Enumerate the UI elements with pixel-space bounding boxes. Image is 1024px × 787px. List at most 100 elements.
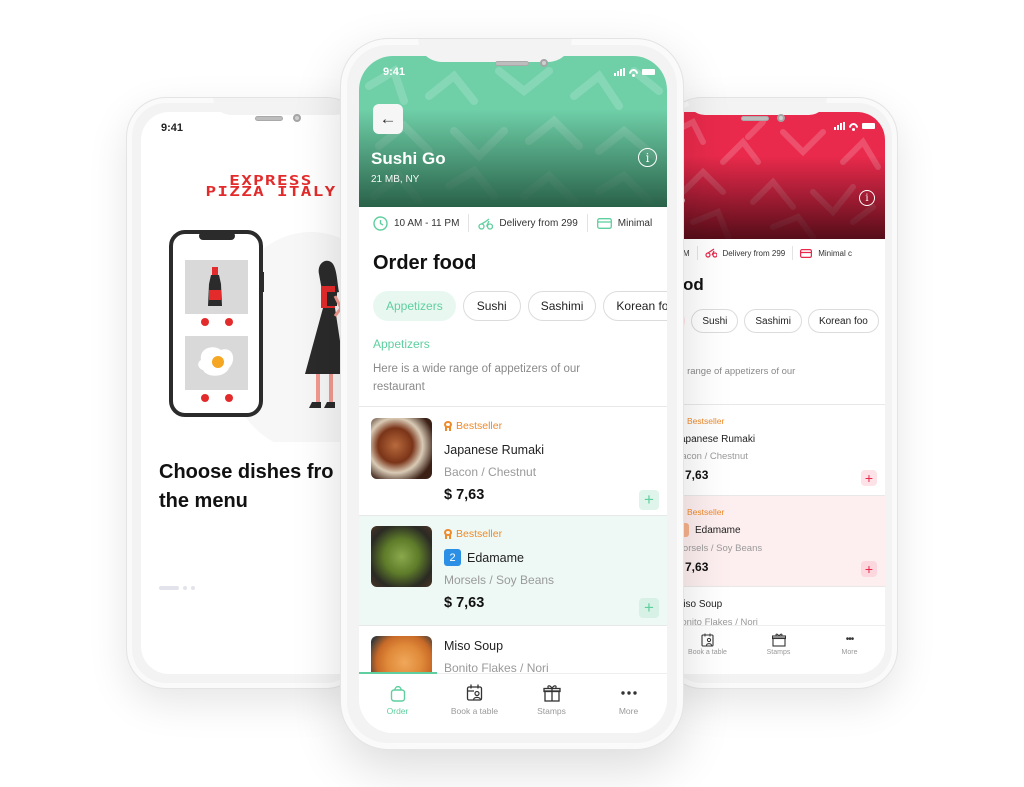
- item-name-text: Edamame: [467, 550, 524, 565]
- tab-more[interactable]: ••• More: [814, 633, 885, 674]
- add-to-cart-button[interactable]: +: [861, 561, 877, 577]
- phone-notch: [418, 39, 572, 62]
- wifi-icon: [849, 123, 858, 131]
- card-icon: [596, 217, 612, 229]
- tab-book-a-table[interactable]: Book a table: [436, 684, 513, 733]
- chip-sushi[interactable]: Sushi: [691, 309, 739, 333]
- item-description: Bacon / Chestnut: [444, 465, 537, 479]
- tab-order[interactable]: Order: [359, 684, 436, 733]
- add-to-cart-button[interactable]: +: [861, 470, 877, 486]
- item-name-text: Japanese Rumaki: [675, 434, 756, 445]
- phone-onboarding: 9:41 EXPRESS PIZZA ITALY Choose dishes f…: [126, 97, 366, 689]
- brand-line-2: PIZZA ITALY: [205, 185, 337, 200]
- restaurant-info-strip: 10 AM - 11 PM Delivery from 299 Minimal: [373, 213, 652, 233]
- item-image-rumaki: [371, 418, 432, 479]
- restaurant-screen-red: 9:41 Go i 11 PM Delivery from 299 Minima…: [663, 112, 885, 674]
- phone-restaurant-green: 9:41 ← Sushi Go 21 MB, NY i 10 AM - 11 P…: [340, 38, 684, 750]
- minimal-info: Minimal c: [800, 249, 852, 258]
- onboarding-title-line-2: the menu: [159, 490, 248, 512]
- speaker: [741, 116, 769, 121]
- scooter-icon: [704, 248, 717, 258]
- item-description: Morsels / Soy Beans: [675, 543, 763, 554]
- delivery-text: Delivery from 299: [722, 248, 786, 258]
- item-name-text: Japanese Rumaki: [444, 443, 545, 457]
- info-icon[interactable]: i: [638, 148, 657, 167]
- onboarding-title-line-1: Choose dishes fro: [159, 461, 334, 483]
- item-name: Japanese Rumaki: [675, 434, 755, 445]
- phone-notch: [687, 98, 827, 115]
- pagination-dot[interactable]: [191, 586, 195, 590]
- menu-item-selected[interactable]: Bestseller 2 Edamame Morsels / Soy Beans…: [663, 496, 885, 586]
- battery-icon: [642, 69, 655, 75]
- scooter-icon: [478, 217, 494, 230]
- minimal-text: Minimal c: [818, 248, 852, 258]
- plus-icon: [201, 318, 209, 326]
- gift-icon: [542, 685, 561, 702]
- award-icon: [444, 421, 452, 431]
- minimal-text: Minimal: [617, 217, 653, 229]
- item-price: $ 7,63: [444, 595, 485, 611]
- signal-icon: [614, 68, 625, 76]
- pagination-dot[interactable]: [183, 586, 187, 590]
- add-to-cart-button[interactable]: +: [639, 490, 659, 510]
- brand-logo: EXPRESS PIZZA ITALY: [177, 175, 366, 200]
- phone-restaurant-red: 9:41 Go i 11 PM Delivery from 299 Minima…: [662, 97, 898, 689]
- tab-more[interactable]: More: [590, 684, 667, 733]
- menu-item[interactable]: Bestseller Japanese Rumaki Bacon / Chest…: [663, 405, 885, 495]
- item-image-edamame: [371, 526, 432, 587]
- menu-item-selected[interactable]: Bestseller 2 Edamame Morsels / Soy Beans…: [359, 516, 667, 625]
- hours-text: 10 AM - 11 PM: [394, 217, 460, 229]
- chip-korean[interactable]: Korean foo: [807, 309, 879, 333]
- chip-korean[interactable]: Korean fo: [603, 291, 667, 321]
- item-name-text: Miso Soup: [444, 639, 504, 653]
- tab-label: More: [618, 706, 639, 716]
- item-description: Morsels / Soy Beans: [444, 573, 555, 587]
- bottom-tab-bar: Order Book a table Stamps More: [359, 672, 667, 733]
- gift-icon: [771, 633, 786, 647]
- category-description: vide range of appetizers of our: [667, 366, 796, 377]
- restaurant-info-strip: 11 PM Delivery from 299 Minimal c: [667, 243, 852, 263]
- info-icon[interactable]: i: [859, 190, 875, 206]
- tab-label: Book a table: [450, 706, 499, 716]
- badge-text: Bestseller: [456, 528, 503, 540]
- restaurant-hero: 9:41 ← Sushi Go 21 MB, NY i: [359, 56, 667, 207]
- award-icon: [444, 529, 452, 539]
- item-name-text: Edamame: [695, 524, 741, 536]
- chip-sashimi[interactable]: Sashimi: [527, 291, 597, 321]
- back-button[interactable]: ←: [373, 104, 403, 134]
- badge-text: Bestseller: [456, 420, 503, 432]
- badge-text: Bestseller: [687, 416, 725, 426]
- illustration-notch: [199, 232, 235, 240]
- restaurant-name: Sushi Go: [371, 149, 446, 168]
- camera: [777, 114, 785, 122]
- minus-icon: [225, 394, 233, 402]
- chip-sashimi[interactable]: Sashimi: [744, 309, 802, 333]
- minimal-info: Minimal: [596, 217, 653, 229]
- status-icons: [614, 68, 655, 77]
- bottom-tab-bar: ▢ Order Book a table Stamps ••• More: [663, 625, 885, 674]
- delivery-text: Delivery from 299: [499, 217, 578, 229]
- pagination-dot-active[interactable]: [159, 586, 179, 590]
- more-dots-icon: [620, 691, 637, 695]
- camera: [540, 59, 548, 67]
- tab-label: More: [841, 649, 858, 656]
- restaurant-address: 21 MB, NY: [371, 174, 420, 185]
- bestseller-badge: Bestseller: [444, 420, 502, 432]
- tab-stamps[interactable]: Stamps: [513, 684, 590, 733]
- chip-sushi[interactable]: Sushi: [462, 291, 521, 321]
- calendar-user-icon: [700, 633, 714, 647]
- tab-stamps[interactable]: Stamps: [743, 633, 814, 674]
- order-food-heading: Order food: [373, 252, 477, 274]
- item-price: $ 7,63: [444, 487, 485, 503]
- menu-item[interactable]: Bestseller Japanese Rumaki Bacon / Chest…: [359, 407, 667, 515]
- signal-icon: [834, 122, 845, 130]
- add-to-cart-button[interactable]: +: [639, 598, 659, 618]
- battery-icon: [862, 123, 875, 129]
- badge-text: Bestseller: [687, 507, 725, 517]
- chip-appetizers[interactable]: Appetizers: [373, 291, 456, 321]
- category-title: Appetizers: [373, 337, 430, 351]
- category-description: Here is a wide range of appetizers of ou…: [373, 363, 581, 393]
- menu-item[interactable]: Miso Soup Bonito Flakes / Nori: [359, 626, 667, 680]
- tab-label: Book a table: [688, 649, 727, 656]
- camera: [293, 114, 301, 122]
